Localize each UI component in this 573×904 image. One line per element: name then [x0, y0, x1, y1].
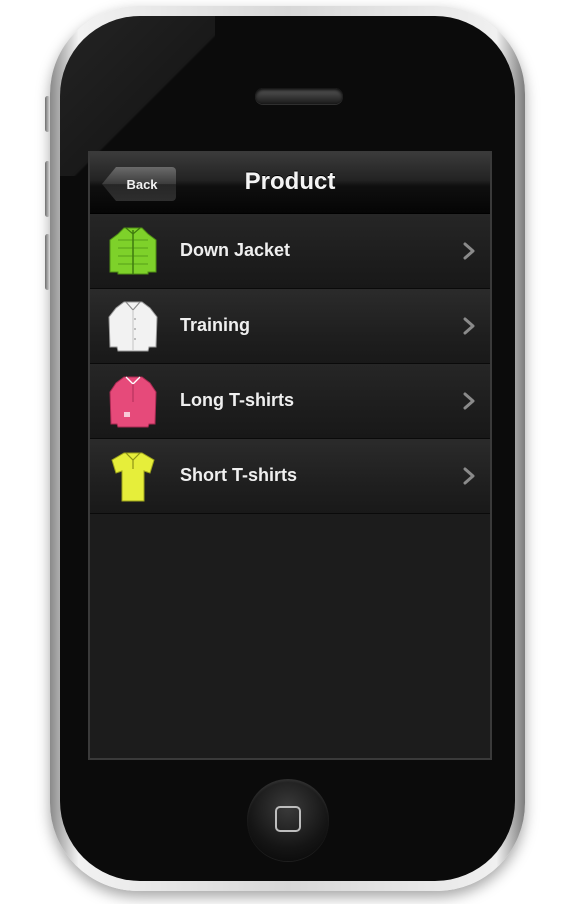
home-square-icon [275, 806, 301, 832]
list-item-down-jacket[interactable]: Down Jacket [90, 214, 490, 289]
list-item-label: Short T-shirts [180, 465, 298, 485]
volume-down-button[interactable] [45, 234, 50, 290]
chevron-right-icon [463, 242, 475, 260]
list-item-training[interactable]: Training [90, 289, 490, 364]
chevron-right-icon [463, 392, 475, 410]
phone-body: Product Back Down Jacket Training Long T… [60, 16, 515, 881]
ringer-switch[interactable] [45, 96, 50, 132]
list-item-short-t-shirts[interactable]: Short T-shirts [90, 439, 490, 514]
yellow-polo-shirt-icon [111, 452, 155, 502]
list-item-label: Down Jacket [180, 240, 291, 260]
screen: Product Back Down Jacket Training Long T… [88, 151, 492, 760]
white-shirt-icon [108, 301, 158, 352]
list-item-long-t-shirts[interactable]: Long T-shirts [90, 364, 490, 439]
pink-long-sleeve-shirt-icon [109, 376, 157, 428]
phone-frame: Product Back Down Jacket Training Long T… [45, 6, 525, 891]
green-down-jacket-icon [109, 227, 157, 275]
list-item-label: Long T-shirts [180, 390, 294, 410]
list-item-label: Training [180, 315, 251, 335]
chevron-right-icon [463, 317, 475, 335]
back-button[interactable]: Back [102, 167, 176, 201]
volume-up-button[interactable] [45, 161, 50, 217]
earpiece-speaker [255, 88, 343, 104]
home-button[interactable] [247, 779, 329, 861]
navigation-bar: Product Back [90, 153, 490, 214]
product-list: Down Jacket Training Long T-shirts Short… [90, 214, 490, 514]
chevron-right-icon [463, 467, 475, 485]
